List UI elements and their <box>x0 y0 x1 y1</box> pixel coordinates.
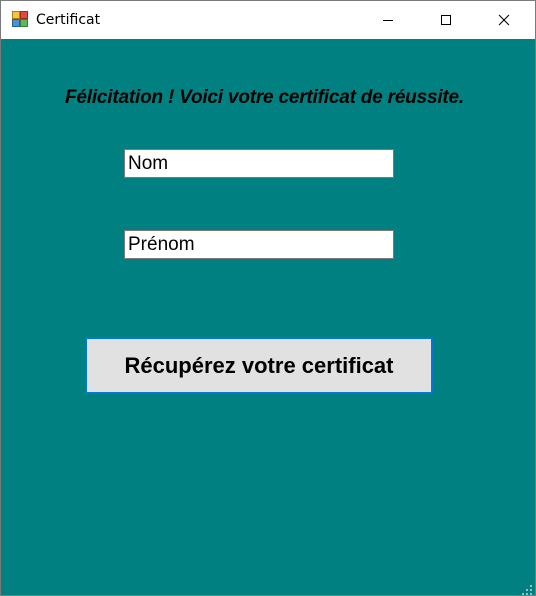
close-button[interactable] <box>475 1 533 39</box>
congratulations-heading: Félicitation ! Voici votre certificat de… <box>65 87 464 108</box>
get-certificate-button[interactable]: Récupérez votre certificat <box>85 337 433 394</box>
maximize-icon <box>441 15 451 25</box>
nom-input[interactable] <box>124 149 394 178</box>
minimize-icon <box>383 20 393 21</box>
maximize-button[interactable] <box>417 1 475 39</box>
certificat-window: Certificat Félicitation ! Voici votre ce… <box>0 0 536 596</box>
window-title: Certificat <box>36 12 101 28</box>
minimize-button[interactable] <box>359 1 417 39</box>
close-icon <box>498 14 510 26</box>
form-client-area: Félicitation ! Voici votre certificat de… <box>1 39 535 595</box>
title-bar[interactable]: Certificat <box>1 1 535 39</box>
app-icon <box>12 11 28 27</box>
prenom-input[interactable] <box>124 230 394 259</box>
resize-grip-icon[interactable] <box>522 582 532 595</box>
